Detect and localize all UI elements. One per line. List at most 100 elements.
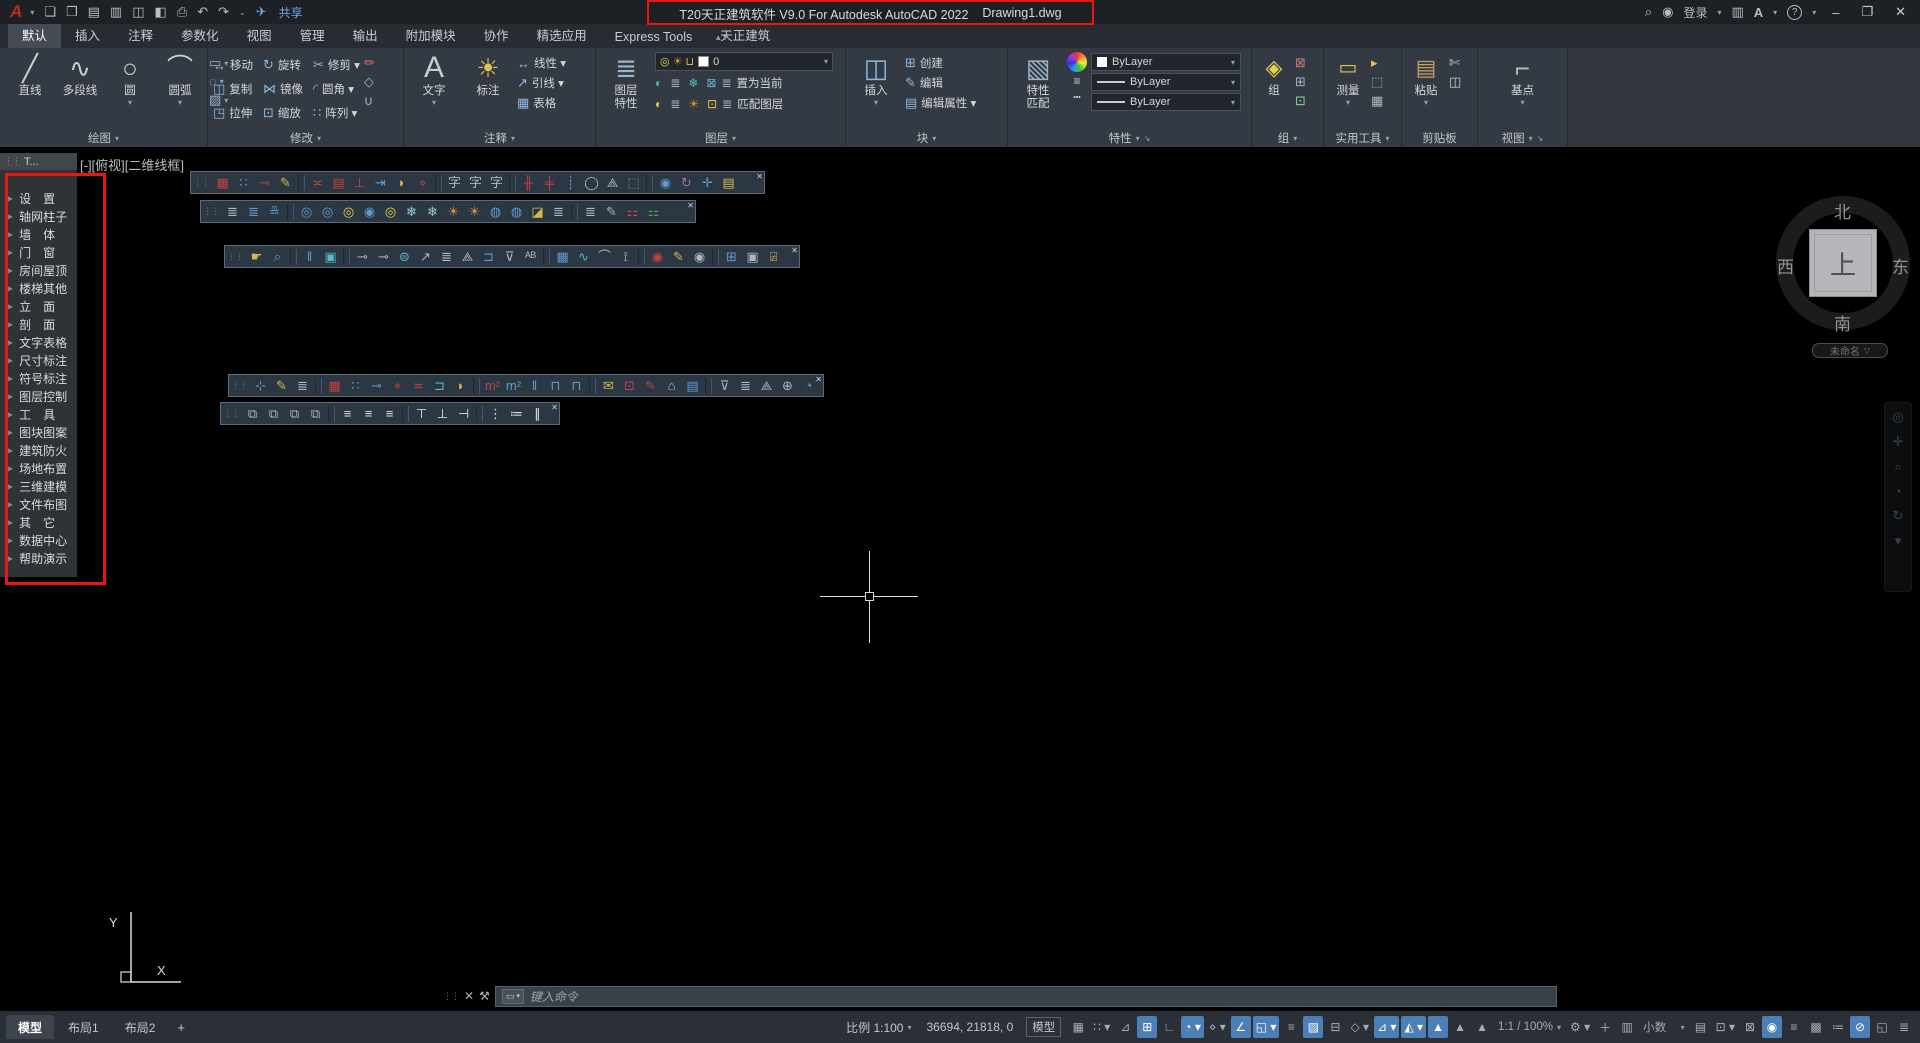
tray-settings-button[interactable]: ⊡ ▾ — [1713, 1016, 1738, 1038]
toolbar-icon[interactable]: ⬚ — [623, 172, 644, 193]
annotate-tool-button[interactable]: ↗引线 ▾ — [517, 75, 566, 91]
lineweight-dropdown[interactable]: ByLayer ▾ — [1091, 73, 1241, 91]
toolbar-icon[interactable]: ☀ — [464, 201, 485, 222]
toolbar-icon[interactable]: ⧉ — [263, 403, 284, 424]
group-mini-button[interactable]: ⊠ — [1295, 55, 1306, 71]
annotation-add-icon[interactable]: ▲ — [1472, 1016, 1492, 1038]
toolbar-icon[interactable]: ⋮ — [485, 403, 506, 424]
clipboard-mini-button[interactable]: ◫ — [1449, 74, 1461, 90]
palette-menu-item[interactable]: ▶ 文件布图 — [0, 495, 77, 513]
toolbar-icon[interactable] — [712, 249, 719, 265]
nav-tool-icon[interactable]: ◔ — [1894, 484, 1902, 499]
toolbar-icon[interactable]: ≡ — [337, 403, 358, 424]
lineweight-list-icon[interactable]: ≡ — [1073, 74, 1080, 88]
toolbar-icon[interactable]: ⇥ — [370, 172, 391, 193]
units-selector[interactable]: 小数 ▾ — [1640, 1016, 1687, 1038]
app-store-cart-icon[interactable]: ▥ — [1731, 4, 1743, 20]
drawing-canvas[interactable]: [-][俯视][二维线框] ⋮⋮ T... ▶ 设 置 ▶ 轴网柱子 ▶ 墙 体… — [0, 147, 1920, 1011]
draw-tool-button[interactable]: ╱ 直线 — [5, 51, 55, 107]
save-icon[interactable]: ▤ — [84, 4, 104, 20]
layer-tool-icon[interactable]: ≣ — [670, 76, 680, 90]
ribbon-tab[interactable]: 视图 — [233, 21, 286, 48]
plot-icon[interactable]: ◫ — [128, 4, 148, 20]
ortho-toggle[interactable]: ∟ — [1159, 1016, 1179, 1038]
nav-tool-icon[interactable]: ◎ — [1892, 409, 1903, 425]
ribbon-tab[interactable]: 精选应用 — [523, 21, 601, 48]
toolbar-icon[interactable]: ≣ — [436, 246, 457, 267]
panel-label-modify[interactable]: 修改▾ — [208, 129, 403, 147]
palette-menu-item[interactable]: ▶ 符号标注 — [0, 369, 77, 387]
snap-toggle[interactable]: ∷ ▾ — [1090, 1016, 1113, 1038]
workspace-gear-button[interactable]: ⚙ ▾ — [1567, 1016, 1593, 1038]
block-tool-button[interactable]: ⊞创建 — [905, 55, 976, 71]
toolbar-icon[interactable]: ⊹ — [250, 375, 271, 396]
toolbar-icon[interactable]: ⊥ — [432, 403, 453, 424]
toolbar-icon[interactable]: ⟁ — [457, 246, 478, 267]
nav-tool-icon[interactable]: ⌕ — [1894, 459, 1901, 475]
viewcube-named-view-pill[interactable]: 未命名 ▽ — [1812, 343, 1888, 358]
ribbon-tab[interactable]: 插入 — [61, 21, 114, 48]
toolbar-icon[interactable] — [290, 249, 297, 265]
palette-menu-item[interactable]: ▶ 轴网柱子 — [0, 207, 77, 225]
modify-tool-button[interactable]: ✂修剪 ▾ — [313, 53, 360, 77]
new-layout-button[interactable]: + — [169, 1020, 193, 1035]
print-icon[interactable]: ⎙ — [173, 4, 191, 20]
block-tool-button[interactable]: ▤编辑属性 ▾ — [905, 95, 976, 111]
toolbar-icon[interactable]: ⊕ — [777, 375, 798, 396]
publish-icon[interactable]: ◧ — [151, 4, 171, 20]
toolbar-icon[interactable]: ⌒ — [594, 246, 615, 267]
toolbar-icon[interactable]: ⊽ — [499, 246, 520, 267]
palette-grip-icon[interactable]: ⋮⋮ — [4, 156, 20, 167]
toolbar-icon[interactable]: ◍ — [506, 201, 527, 222]
toolbar-icon[interactable]: ▤ — [718, 172, 739, 193]
toolbar-icon[interactable]: ⍯ — [763, 246, 784, 267]
nav-tool-icon[interactable]: ▾ — [1895, 533, 1902, 549]
toolbar-grip-icon[interactable]: ⋮⋮ — [223, 408, 239, 419]
toolbar-icon[interactable]: ≔ — [506, 403, 527, 424]
toolbar-icon[interactable]: ≣ — [243, 201, 264, 222]
toolbar-icon[interactable]: ‖ — [524, 375, 545, 396]
palette-menu-item[interactable]: ▶ 图块图案 — [0, 423, 77, 441]
toolbar-icon[interactable]: ▤ — [682, 375, 703, 396]
grid-toggle[interactable]: ▦ — [1068, 1016, 1088, 1038]
share-button[interactable]: 共享 — [279, 4, 303, 21]
toolbar-icon[interactable]: ᴬᴮ — [520, 246, 541, 267]
toolbar-icon[interactable]: ⧉ — [305, 403, 326, 424]
insert-block-button[interactable]: ◫ 插入▾ — [851, 51, 901, 107]
layer-tool-icon[interactable]: ◐ — [655, 76, 662, 90]
toolbar-icon[interactable]: ⊸ — [373, 246, 394, 267]
quick-access-caret-icon[interactable]: ⌄ — [239, 8, 246, 17]
panel-label-utilities[interactable]: 实用工具▾ — [1324, 129, 1401, 147]
toolbar-close-icon[interactable]: ✕ — [687, 201, 694, 210]
toolbar-close-icon[interactable]: ✕ — [551, 403, 558, 412]
viewcube-east[interactable]: 东 — [1892, 253, 1909, 278]
toolbar-icon[interactable]: ❄ — [422, 201, 443, 222]
modify-mini-button[interactable]: ◇ — [364, 74, 375, 90]
dynamic-input-toggle[interactable]: ⊞ — [1137, 1016, 1157, 1038]
toolbar-icon[interactable]: ⊸ — [352, 246, 373, 267]
toolbar-icon[interactable]: ⧉ — [284, 403, 305, 424]
paste-button[interactable]: ▤ 粘贴▾ — [1407, 51, 1445, 107]
toolbar-icon[interactable]: m² — [482, 375, 503, 396]
layer-tool-icon[interactable]: ☀ — [688, 97, 699, 111]
ribbon-tab[interactable]: 注释 — [114, 21, 167, 48]
toolbar-icon[interactable]: ⧉ — [242, 403, 263, 424]
close-button[interactable]: ✕ — [1889, 4, 1912, 20]
toolbar-icon[interactable] — [571, 204, 578, 220]
toolbar-icon[interactable]: ⊓ — [545, 375, 566, 396]
toolbar-icon[interactable]: ≡ — [358, 403, 379, 424]
app-menu-caret-icon[interactable]: ▾ — [30, 8, 34, 17]
toolbar-icon[interactable]: 字 — [465, 172, 486, 193]
command-grip-icon[interactable]: ⋮⋮ — [443, 991, 459, 1002]
toolbar-icon[interactable]: ≣ — [580, 201, 601, 222]
panel-label-draw[interactable]: 绘图▾ — [0, 129, 207, 147]
palette-menu-item[interactable]: ▶ 立 面 — [0, 297, 77, 315]
toolbar-icon[interactable]: ✛ — [697, 172, 718, 193]
palette-menu-item[interactable]: ▶ 房间屋顶 — [0, 261, 77, 279]
modify-tool-button[interactable]: ↔移动 — [213, 53, 253, 77]
palette-menu-item[interactable]: ▶ 图层控制 — [0, 387, 77, 405]
search-icon[interactable]: ⌕ — [1645, 4, 1652, 20]
toolbar-icon[interactable]: ✎ — [640, 375, 661, 396]
undo-icon[interactable]: ↶ — [193, 4, 212, 20]
quick-properties-toggle[interactable]: ▤ — [1691, 1016, 1711, 1038]
